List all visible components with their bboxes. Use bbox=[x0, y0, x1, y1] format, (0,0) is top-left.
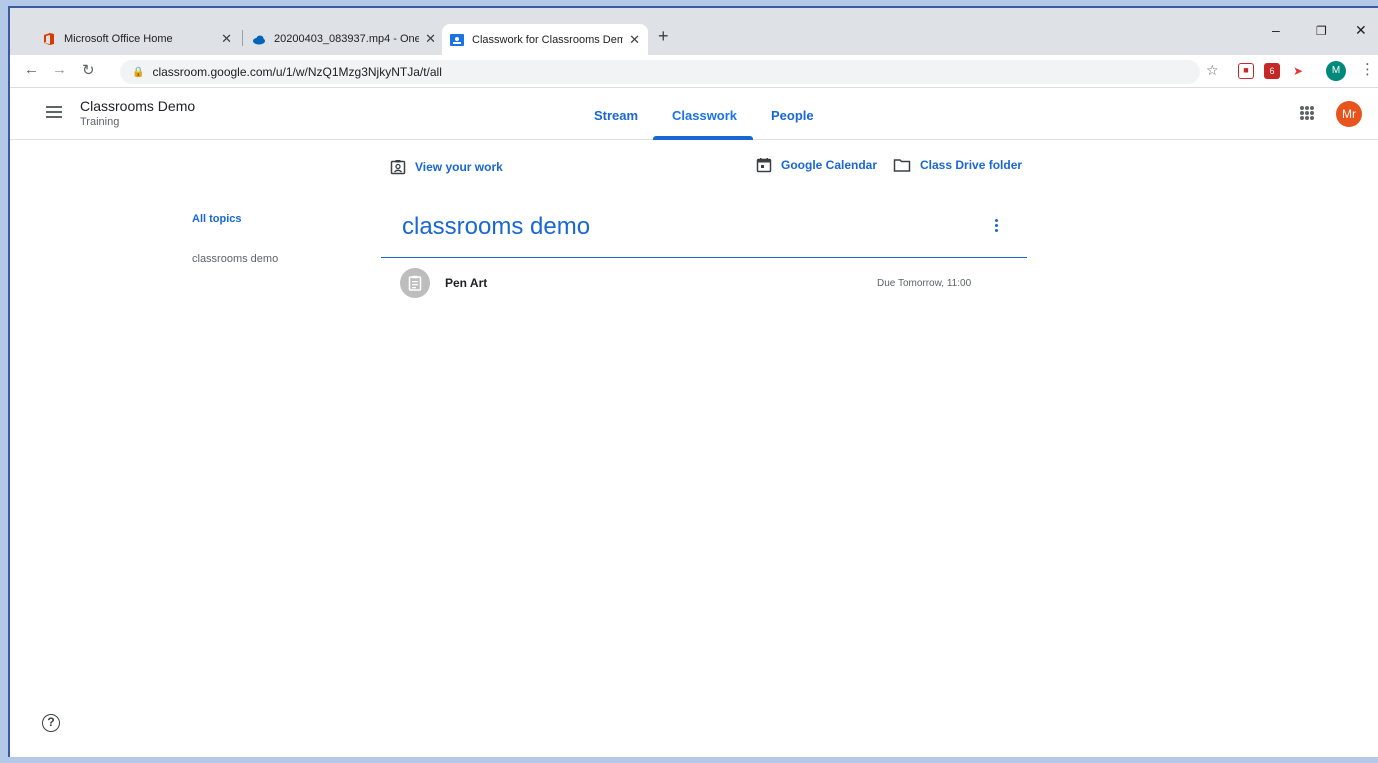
extension-arrow-icon[interactable]: ➤ bbox=[1290, 63, 1306, 79]
url-text: classroom.google.com/u/1/w/NzQ1Mzg3NjkyN… bbox=[152, 65, 442, 79]
minimize-icon[interactable]: – bbox=[1272, 22, 1280, 38]
close-tab-icon[interactable]: ✕ bbox=[425, 31, 436, 47]
class-drive-folder-link[interactable]: Class Drive folder bbox=[893, 157, 1022, 173]
tab-separator bbox=[242, 30, 243, 46]
bookmark-star-icon[interactable]: ☆ bbox=[1206, 62, 1219, 79]
topic-classrooms-demo[interactable]: classrooms demo bbox=[192, 253, 278, 265]
topic-divider bbox=[381, 257, 1027, 258]
close-tab-icon[interactable]: ✕ bbox=[629, 32, 640, 48]
tab-office[interactable]: Microsoft Office Home ✕ bbox=[34, 24, 240, 53]
google-apps-icon[interactable] bbox=[1300, 106, 1314, 120]
help-icon[interactable]: ? bbox=[42, 714, 60, 732]
menu-icon[interactable] bbox=[46, 106, 62, 121]
close-window-icon[interactable]: ✕ bbox=[1355, 22, 1367, 39]
tab-onedrive[interactable]: 20200403_083937.mp4 - OneDriv ✕ bbox=[244, 24, 444, 53]
tab-classwork[interactable]: Classwork bbox=[672, 108, 737, 123]
classroom-icon bbox=[450, 33, 464, 47]
restore-icon[interactable]: ❐ bbox=[1316, 24, 1327, 38]
topic-all-topics[interactable]: All topics bbox=[192, 213, 242, 225]
back-icon[interactable]: ← bbox=[24, 61, 39, 78]
lock-icon: 🔒 bbox=[132, 66, 145, 78]
assignment-icon bbox=[400, 268, 430, 298]
view-your-work-label: View your work bbox=[415, 160, 503, 174]
tab-title: Microsoft Office Home bbox=[64, 32, 173, 45]
tab-people[interactable]: People bbox=[771, 108, 814, 123]
profile-avatar[interactable]: M bbox=[1326, 61, 1346, 81]
address-bar[interactable]: 🔒 classroom.google.com/u/1/w/NzQ1Mzg3Njk… bbox=[120, 60, 1200, 84]
tab-title: 20200403_083937.mp4 - OneDriv bbox=[274, 32, 420, 45]
office-icon bbox=[42, 32, 56, 46]
tab-title: Classwork for Classrooms Demo bbox=[472, 33, 624, 46]
calendar-icon bbox=[756, 158, 772, 173]
browser-toolbar: ← → ↻ 🔒 classroom.google.com/u/1/w/NzQ1M… bbox=[10, 55, 1378, 88]
tab-strip: Microsoft Office Home ✕ 20200403_083937.… bbox=[10, 8, 1378, 55]
more-vert-icon[interactable] bbox=[995, 219, 1001, 234]
assignment-due-date: Due Tomorrow, 11:00 bbox=[877, 278, 972, 289]
tab-stream[interactable]: Stream bbox=[594, 108, 638, 123]
extension-badge-icon[interactable]: 6 bbox=[1264, 63, 1280, 79]
forward-icon[interactable]: → bbox=[52, 61, 67, 78]
extension-shield-icon[interactable]: ■ bbox=[1238, 63, 1254, 79]
google-calendar-link[interactable]: Google Calendar bbox=[756, 157, 877, 173]
account-avatar[interactable]: Mr bbox=[1336, 101, 1362, 127]
view-your-work-link[interactable]: View your work bbox=[390, 159, 503, 175]
assignment-title: Pen Art bbox=[445, 276, 488, 290]
browser-window: Microsoft Office Home ✕ 20200403_083937.… bbox=[8, 6, 1378, 757]
classroom-header: Classrooms Demo Training Stream Classwor… bbox=[10, 88, 1378, 140]
onedrive-icon bbox=[252, 32, 266, 46]
reload-icon[interactable]: ↻ bbox=[82, 61, 95, 79]
assignment-ind-icon bbox=[390, 160, 406, 175]
topic-title: classrooms demo bbox=[402, 213, 591, 240]
class-name[interactable]: Classrooms Demo bbox=[80, 98, 195, 114]
google-calendar-label: Google Calendar bbox=[781, 158, 878, 172]
folder-icon bbox=[893, 159, 911, 172]
class-section: Training bbox=[80, 116, 120, 128]
tab-classroom[interactable]: Classwork for Classrooms Demo ✕ bbox=[442, 24, 648, 55]
new-tab-button[interactable]: + bbox=[658, 26, 669, 47]
active-tab-indicator bbox=[653, 136, 753, 140]
class-drive-folder-label: Class Drive folder bbox=[920, 158, 1023, 172]
browser-menu-icon[interactable]: ⋮ bbox=[1360, 60, 1375, 78]
close-tab-icon[interactable]: ✕ bbox=[221, 31, 232, 47]
